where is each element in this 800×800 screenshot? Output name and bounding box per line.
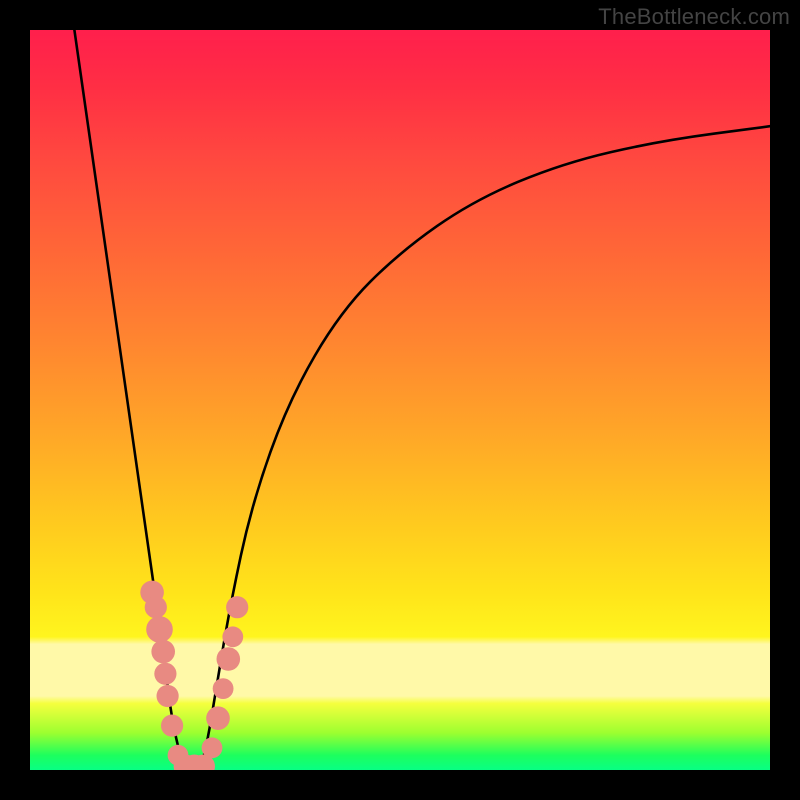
bead-point — [157, 685, 179, 707]
curve-layer — [30, 30, 770, 770]
watermark-text: TheBottleneck.com — [598, 4, 790, 30]
bead-point — [226, 596, 248, 618]
bead-point — [145, 596, 167, 618]
bead-point — [151, 640, 175, 664]
bead-point — [161, 715, 183, 737]
bead-point — [206, 706, 230, 730]
chart-frame: TheBottleneck.com — [0, 0, 800, 800]
bead-point — [146, 616, 173, 643]
right-branch-curve — [200, 126, 770, 770]
bead-point — [154, 663, 176, 685]
bead-point — [213, 678, 234, 699]
bead-cluster — [140, 581, 248, 770]
bead-point — [222, 626, 243, 647]
bead-point — [217, 647, 241, 671]
bead-point — [202, 737, 223, 758]
plot-area — [30, 30, 770, 770]
